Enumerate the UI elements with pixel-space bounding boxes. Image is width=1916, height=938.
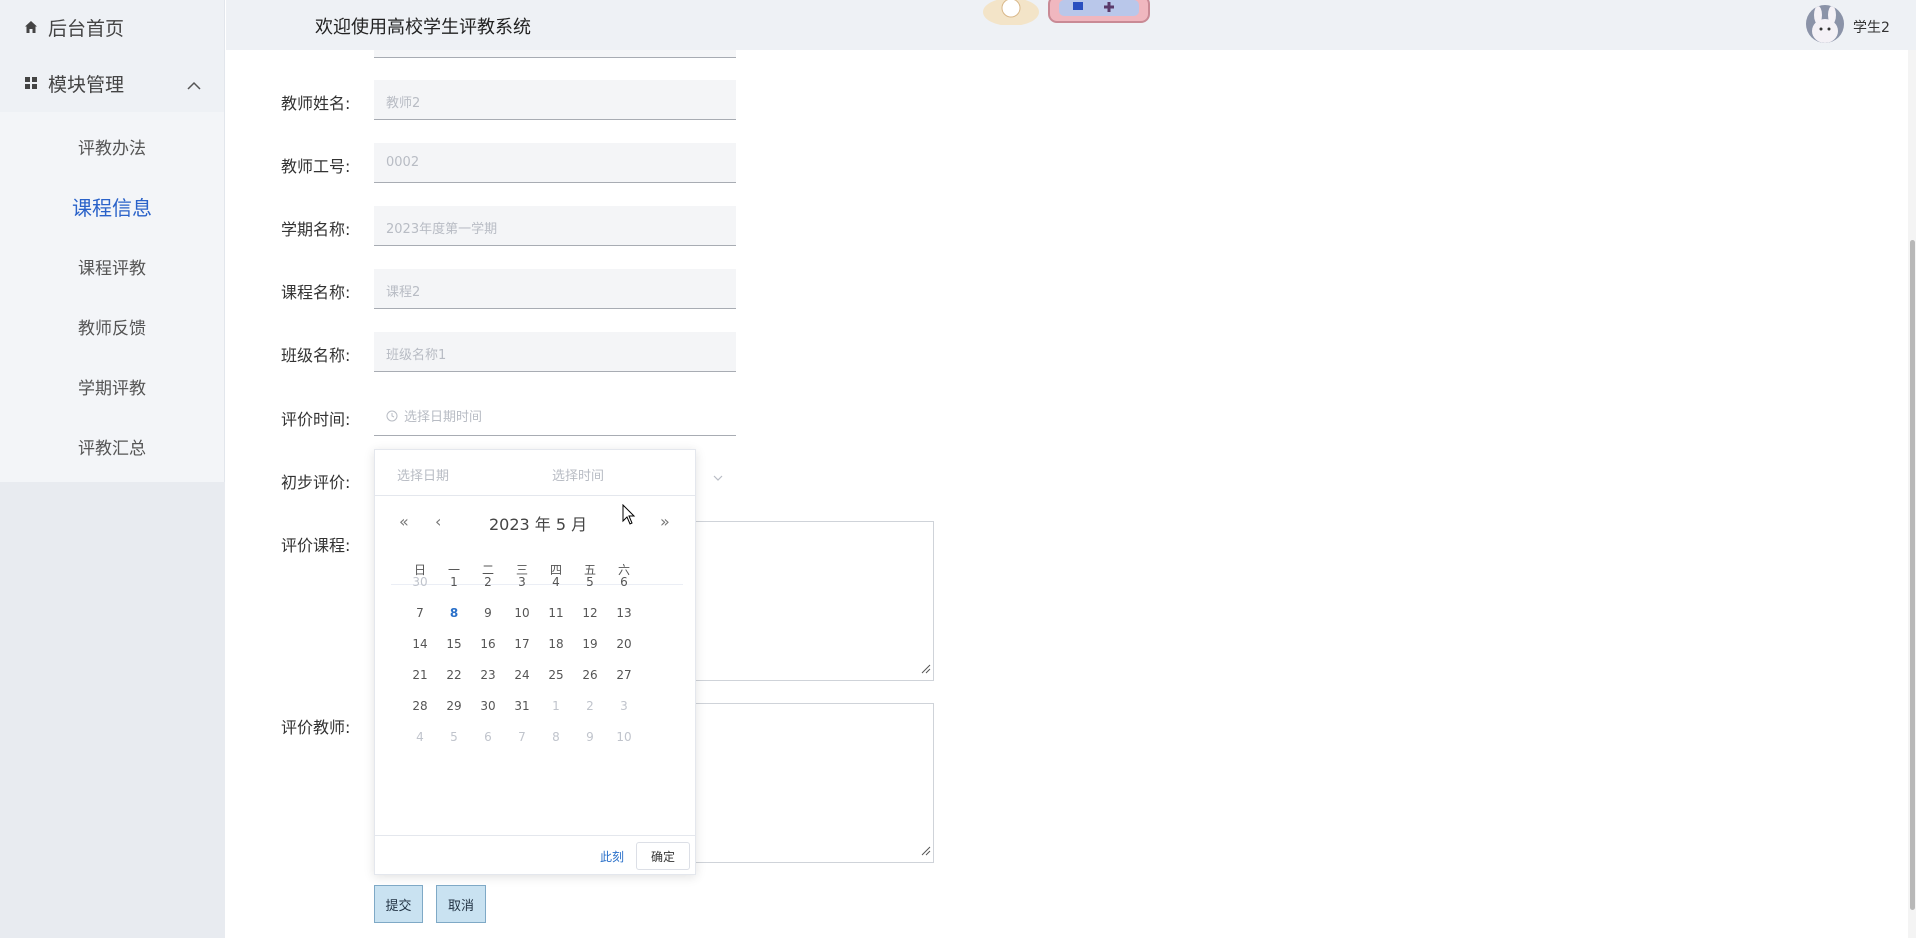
calendar-day[interactable]: 10 [609,727,639,747]
picker-month-label: 2023 年 5 月 [489,515,588,534]
calendar-day[interactable]: 8 [541,727,571,747]
user-name[interactable]: 学生2 [1853,17,1890,37]
calendar-day[interactable]: 5 [439,727,469,747]
home-icon [24,20,38,34]
calendar-day[interactable]: 30 [473,696,503,716]
calendar-day[interactable]: 18 [541,634,571,654]
calendar-day[interactable]: 3 [507,572,537,592]
sidebar-item-teacher-feedback[interactable]: 教师反馈 [0,296,224,356]
form-field-partial [374,50,736,58]
calendar-day[interactable]: 23 [473,665,503,685]
sidebar-group-modules[interactable]: 模块管理 [0,54,224,112]
chevron-up-icon [186,74,202,96]
sidebar-submenu: 评教办法 课程信息 课程评教 教师反馈 学期评教 评教汇总 [0,112,224,482]
calendar-day[interactable]: 16 [473,634,503,654]
term-name-field: 2023年度第一学期 [374,206,736,246]
confirm-button[interactable]: 确定 [636,842,690,870]
picker-time-input[interactable]: 选择时间 [552,465,604,484]
calendar-day[interactable]: 4 [541,572,571,592]
calendar-day[interactable]: 19 [575,634,605,654]
calendar-day[interactable]: 6 [473,727,503,747]
calendar-day[interactable]: 14 [405,634,435,654]
calendar-day[interactable]: 17 [507,634,537,654]
eval-time-placeholder: 选择日期时间 [404,410,483,425]
calendar-day[interactable]: 22 [439,665,469,685]
calendar-day[interactable]: 26 [575,665,605,685]
picker-date-input[interactable]: 选择日期 [397,465,449,484]
calendar-day[interactable]: 21 [405,665,435,685]
calendar-day[interactable]: 15 [439,634,469,654]
sidebar-item-term-eval[interactable]: 学期评教 [0,356,224,416]
top-header: 欢迎使用高校学生评教系统 学生2 [226,0,1916,50]
calendar-day[interactable]: 31 [507,696,537,716]
teacher-id-label: 教师工号: [281,157,351,176]
course-name-field: 课程2 [374,269,736,309]
calendar-day[interactable]: 28 [405,696,435,716]
cancel-button[interactable]: 取消 [436,885,486,923]
calendar-day[interactable]: 1 [439,572,469,592]
datetime-picker: 选择日期 选择时间 « ‹ 2023 年 5 月 » 日一二三四五六 30 1 2 3… [374,449,696,875]
sidebar-item-course-info[interactable]: 课程信息 [0,176,224,236]
calendar-day[interactable]: 30 [405,572,435,592]
submit-button[interactable]: 提交 [374,885,423,923]
calendar-day[interactable]: 25 [541,665,571,685]
teacher-name-label: 教师姓名: [281,94,351,113]
calendar-day[interactable]: 1 [541,696,571,716]
calendar-day[interactable]: 24 [507,665,537,685]
teacher-name-field: 教师2 [374,80,736,120]
calendar-day[interactable]: 10 [507,603,537,623]
initial-eval-label: 初步评价: [281,473,351,492]
calendar-day[interactable]: 3 [609,696,639,716]
calendar-day[interactable]: 29 [439,696,469,716]
teacher-id-field: 0002 [374,143,736,183]
calendar-day[interactable]: 9 [473,603,503,623]
eval-teacher-label: 评价教师: [281,718,351,737]
sidebar-item-course-eval[interactable]: 课程评教 [0,236,224,296]
class-name-field: 班级名称1 [374,332,736,372]
sidebar-item-eval-method[interactable]: 评教办法 [0,116,224,176]
eval-time-input[interactable]: 选择日期时间 [374,396,736,436]
mouse-cursor-icon [622,503,636,530]
next-year-icon[interactable]: » [660,512,670,531]
resize-handle-icon[interactable] [921,841,931,860]
mascot-illustration [981,0,1151,26]
course-name-label: 课程名称: [281,283,351,302]
sidebar-background [0,482,225,938]
picker-header: 选择日期 选择时间 [375,450,695,496]
calendar-day[interactable]: 11 [541,603,571,623]
eval-course-label: 评价课程: [281,536,351,555]
calendar-day[interactable]: 2 [473,572,503,592]
prev-year-icon[interactable]: « [399,512,409,531]
eval-time-label: 评价时间: [281,410,351,429]
sidebar-home[interactable]: 后台首页 [0,0,224,54]
avatar[interactable] [1806,5,1844,43]
class-name-label: 班级名称: [281,346,351,365]
prev-month-icon[interactable]: ‹ [435,512,441,531]
sidebar-group-label: 模块管理 [48,73,125,96]
calendar-day[interactable]: 5 [575,572,605,592]
grid-icon [24,76,38,90]
calendar-day[interactable]: 12 [575,603,605,623]
sidebar-home-label: 后台首页 [48,17,125,40]
now-link[interactable]: 此刻 [600,848,624,865]
calendar-day[interactable]: 2 [575,696,605,716]
calendar-day[interactable]: 27 [609,665,639,685]
page-title: 欢迎使用高校学生评教系统 [315,17,531,38]
calendar-day[interactable]: 6 [609,572,639,592]
resize-handle-icon[interactable] [921,659,931,678]
calendar-day[interactable]: 20 [609,634,639,654]
scrollbar-thumb[interactable] [1910,240,1915,910]
calendar-day[interactable]: 8 [439,603,469,623]
term-name-label: 学期名称: [281,220,351,239]
calendar-day[interactable]: 7 [507,727,537,747]
calendar-day[interactable]: 7 [405,603,435,623]
calendar-day[interactable]: 9 [575,727,605,747]
calendar-day[interactable]: 13 [609,603,639,623]
calendar-day[interactable]: 4 [405,727,435,747]
clock-icon [386,410,398,422]
chevron-down-icon[interactable] [711,470,725,489]
sidebar-item-eval-summary[interactable]: 评教汇总 [0,416,224,476]
sidebar: 后台首页 模块管理 评教办法 课程信息 课程评教 教师反馈 学期评教 评教汇总 [0,0,225,938]
picker-footer: 此刻 确定 [375,835,695,876]
